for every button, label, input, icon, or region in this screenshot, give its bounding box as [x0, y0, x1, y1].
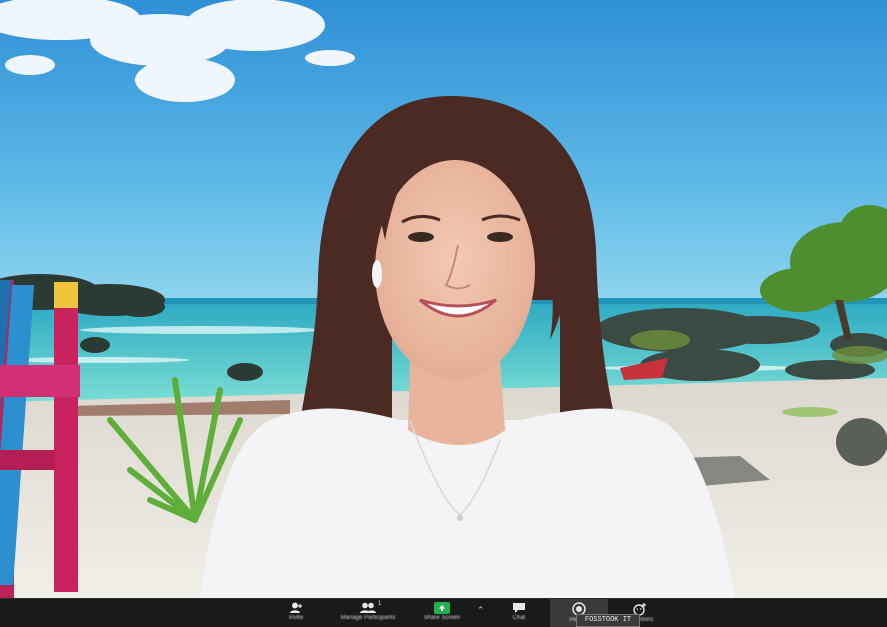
chat-label: Chat: [512, 615, 526, 621]
share-screen-icon: [434, 602, 450, 614]
participants-button[interactable]: 1 Manage Participants: [328, 599, 408, 627]
share-screen-label: Share Screen: [423, 615, 461, 621]
chat-icon: [513, 603, 525, 613]
participants-label: Manage Participants: [340, 615, 396, 621]
add-person-icon: [290, 602, 302, 613]
participant-count: 1: [378, 601, 382, 607]
meeting-toolbar: Invite 1 Manage Participants Share Scree…: [0, 598, 887, 627]
invite-label: Invite: [288, 615, 304, 621]
video-feed: [0, 0, 887, 598]
share-screen-button[interactable]: Share Screen: [414, 599, 470, 627]
record-overlay-text: FOSSTOOK IT: [576, 614, 640, 627]
face: [375, 160, 535, 380]
invite-button[interactable]: Invite: [278, 599, 314, 627]
zoom-window: Invite 1 Manage Participants Share Scree…: [0, 0, 887, 627]
participants-icon: [360, 602, 376, 613]
chat-button[interactable]: Chat: [503, 599, 535, 627]
chevron-up-icon[interactable]: ⌃: [477, 605, 485, 616]
